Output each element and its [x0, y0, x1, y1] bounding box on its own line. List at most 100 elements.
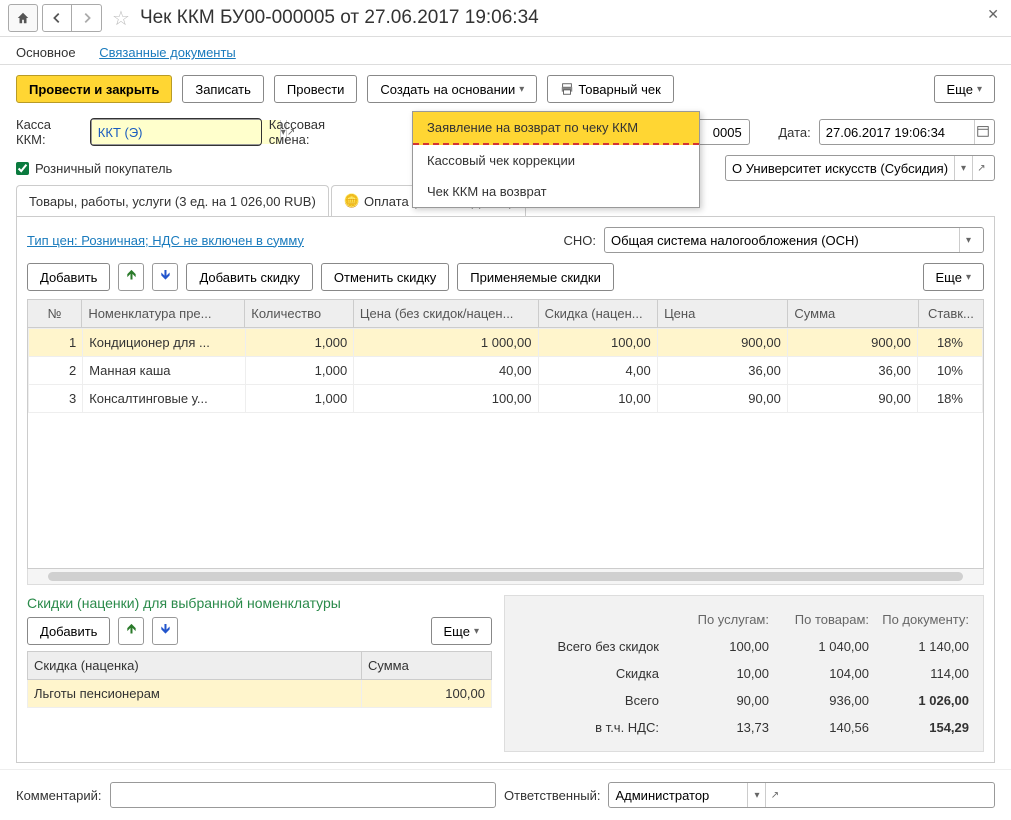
- responsible-open-btn[interactable]: ↗: [765, 783, 783, 807]
- subnav-related[interactable]: Связанные документы: [99, 45, 236, 66]
- discounts-title: Скидки (наценки) для выбранной номенклат…: [27, 595, 492, 611]
- discounts-col-name[interactable]: Скидка (наценка): [28, 652, 362, 680]
- cell-nom: Манная каша: [83, 357, 246, 385]
- arrow-right-icon: [80, 11, 94, 25]
- col-sum[interactable]: Сумма: [788, 300, 918, 328]
- discounts-more-button[interactable]: Еще: [431, 617, 492, 645]
- col-price-nodiscount[interactable]: Цена (без скидок/нацен...: [353, 300, 538, 328]
- tab-goods[interactable]: Товары, работы, услуги (3 ед. на 1 026,0…: [16, 185, 329, 216]
- totals-r1-d: 1 140,00: [869, 639, 969, 654]
- responsible-dropdown-btn[interactable]: ▾: [747, 783, 765, 807]
- cell-qty: 1,000: [245, 357, 353, 385]
- goods-grid-body[interactable]: 1Кондиционер для ...1,0001 000,00100,009…: [27, 327, 984, 569]
- create-based-on-menu: Заявление на возврат по чеку ККМ Кассовы…: [412, 111, 700, 208]
- org-input[interactable]: [726, 156, 954, 180]
- applied-discounts-button[interactable]: Применяемые скидки: [457, 263, 614, 291]
- cell-pnd: 100,00: [354, 385, 538, 413]
- totals-r4-s: 13,73: [669, 720, 769, 735]
- back-button[interactable]: [42, 4, 72, 32]
- discounts-add-button[interactable]: Добавить: [27, 617, 110, 645]
- discounts-col-sum[interactable]: Сумма: [362, 652, 492, 680]
- discounts-move-up[interactable]: 🡹: [118, 617, 144, 645]
- cell-qty: 1,000: [245, 385, 353, 413]
- favorite-icon[interactable]: ☆: [112, 6, 130, 31]
- subnav-main[interactable]: Основное: [16, 45, 76, 66]
- sno-input[interactable]: [605, 228, 959, 252]
- cell-nom: Консалтинговые у...: [83, 385, 246, 413]
- responsible-label: Ответственный:: [504, 788, 600, 803]
- printer-icon: [560, 82, 574, 96]
- kassa-input[interactable]: [92, 120, 280, 144]
- col-qty[interactable]: Количество: [245, 300, 354, 328]
- sno-label: СНО:: [564, 233, 597, 248]
- cell-pnd: 40,00: [354, 357, 538, 385]
- goods-more-button[interactable]: Еще: [923, 263, 984, 291]
- totals-r3-s: 90,00: [669, 693, 769, 708]
- col-nomenclature[interactable]: Номенклатура пре...: [82, 300, 245, 328]
- comment-field[interactable]: [110, 782, 497, 808]
- table-row[interactable]: 2Манная каша1,00040,004,0036,0036,0010%: [29, 357, 983, 385]
- discounts-table[interactable]: Скидка (наценка) Сумма Льготы пенсионера…: [27, 651, 492, 708]
- post-and-close-button[interactable]: Провести и закрыть: [16, 75, 172, 103]
- comment-input[interactable]: [111, 783, 496, 807]
- cell-disc: 10,00: [538, 385, 657, 413]
- goods-table: № Номенклатура пре... Количество Цена (б…: [27, 299, 984, 328]
- cell-price: 36,00: [657, 357, 787, 385]
- col-n[interactable]: №: [28, 300, 82, 328]
- org-dropdown-btn[interactable]: ▾: [954, 156, 972, 180]
- menu-item-refund-check[interactable]: Чек ККМ на возврат: [413, 176, 699, 207]
- totals-r3-d: 1 026,00: [869, 693, 969, 708]
- price-type-link[interactable]: Тип цен: Розничная; НДС не включен в сум…: [27, 233, 304, 248]
- table-row[interactable]: 1Кондиционер для ...1,0001 000,00100,009…: [29, 329, 983, 357]
- home-button[interactable]: [8, 4, 38, 32]
- save-button[interactable]: Записать: [182, 75, 264, 103]
- goods-add-button[interactable]: Добавить: [27, 263, 110, 291]
- responsible-field[interactable]: ▾ ↗: [608, 782, 995, 808]
- totals-h-services: По услугам:: [669, 612, 769, 627]
- totals-r4-g: 140,56: [769, 720, 869, 735]
- totals-r3-label: Всего: [519, 693, 669, 708]
- close-button[interactable]: ✕: [987, 6, 999, 23]
- move-down-button[interactable]: 🡻: [152, 263, 178, 291]
- forward-button[interactable]: [72, 4, 102, 32]
- sno-dropdown-btn[interactable]: ▾: [959, 228, 977, 252]
- goods-receipt-button[interactable]: Товарный чек: [547, 75, 673, 103]
- shift-label: Кассовая смена:: [269, 117, 367, 147]
- retail-buyer-checkbox[interactable]: [16, 162, 29, 175]
- cancel-discount-button[interactable]: Отменить скидку: [321, 263, 449, 291]
- discounts-row-sum: 100,00: [362, 680, 492, 708]
- home-icon: [16, 11, 30, 25]
- sno-field[interactable]: ▾: [604, 227, 984, 253]
- cell-disc: 4,00: [538, 357, 657, 385]
- move-up-button[interactable]: 🡹: [118, 263, 144, 291]
- date-label: Дата:: [778, 125, 810, 140]
- org-field[interactable]: ▾ ↗: [725, 155, 995, 181]
- discounts-row-name: Льготы пенсионерам: [28, 680, 362, 708]
- create-based-on-button[interactable]: Создать на основании: [367, 75, 537, 103]
- col-rate[interactable]: Ставк...: [918, 300, 983, 328]
- col-price[interactable]: Цена: [658, 300, 788, 328]
- date-input[interactable]: [820, 120, 974, 144]
- cell-n: 3: [29, 385, 83, 413]
- menu-item-correction-check[interactable]: Кассовый чек коррекции: [413, 145, 699, 176]
- toolbar-more-button[interactable]: Еще: [934, 75, 995, 103]
- calendar-btn[interactable]: [974, 120, 992, 144]
- org-open-btn[interactable]: ↗: [972, 156, 990, 180]
- totals-panel: По услугам: По товарам: По документу: Вс…: [504, 595, 984, 752]
- cell-qty: 1,000: [245, 329, 353, 357]
- table-row[interactable]: 3Консалтинговые у...1,000100,0010,0090,0…: [29, 385, 983, 413]
- totals-r1-g: 1 040,00: [769, 639, 869, 654]
- discounts-move-down[interactable]: 🡻: [152, 617, 178, 645]
- cell-n: 2: [29, 357, 83, 385]
- horizontal-scrollbar[interactable]: [27, 569, 984, 585]
- totals-r2-d: 114,00: [869, 666, 969, 681]
- discounts-row[interactable]: Льготы пенсионерам 100,00: [28, 680, 492, 708]
- add-discount-button[interactable]: Добавить скидку: [186, 263, 312, 291]
- post-button[interactable]: Провести: [274, 75, 358, 103]
- date-field[interactable]: [819, 119, 995, 145]
- col-discount[interactable]: Скидка (нацен...: [538, 300, 658, 328]
- kassa-field[interactable]: ▾ ↗: [91, 119, 261, 145]
- arrow-left-icon: [50, 11, 64, 25]
- responsible-input[interactable]: [609, 783, 747, 807]
- menu-item-refund-statement[interactable]: Заявление на возврат по чеку ККМ: [413, 112, 699, 145]
